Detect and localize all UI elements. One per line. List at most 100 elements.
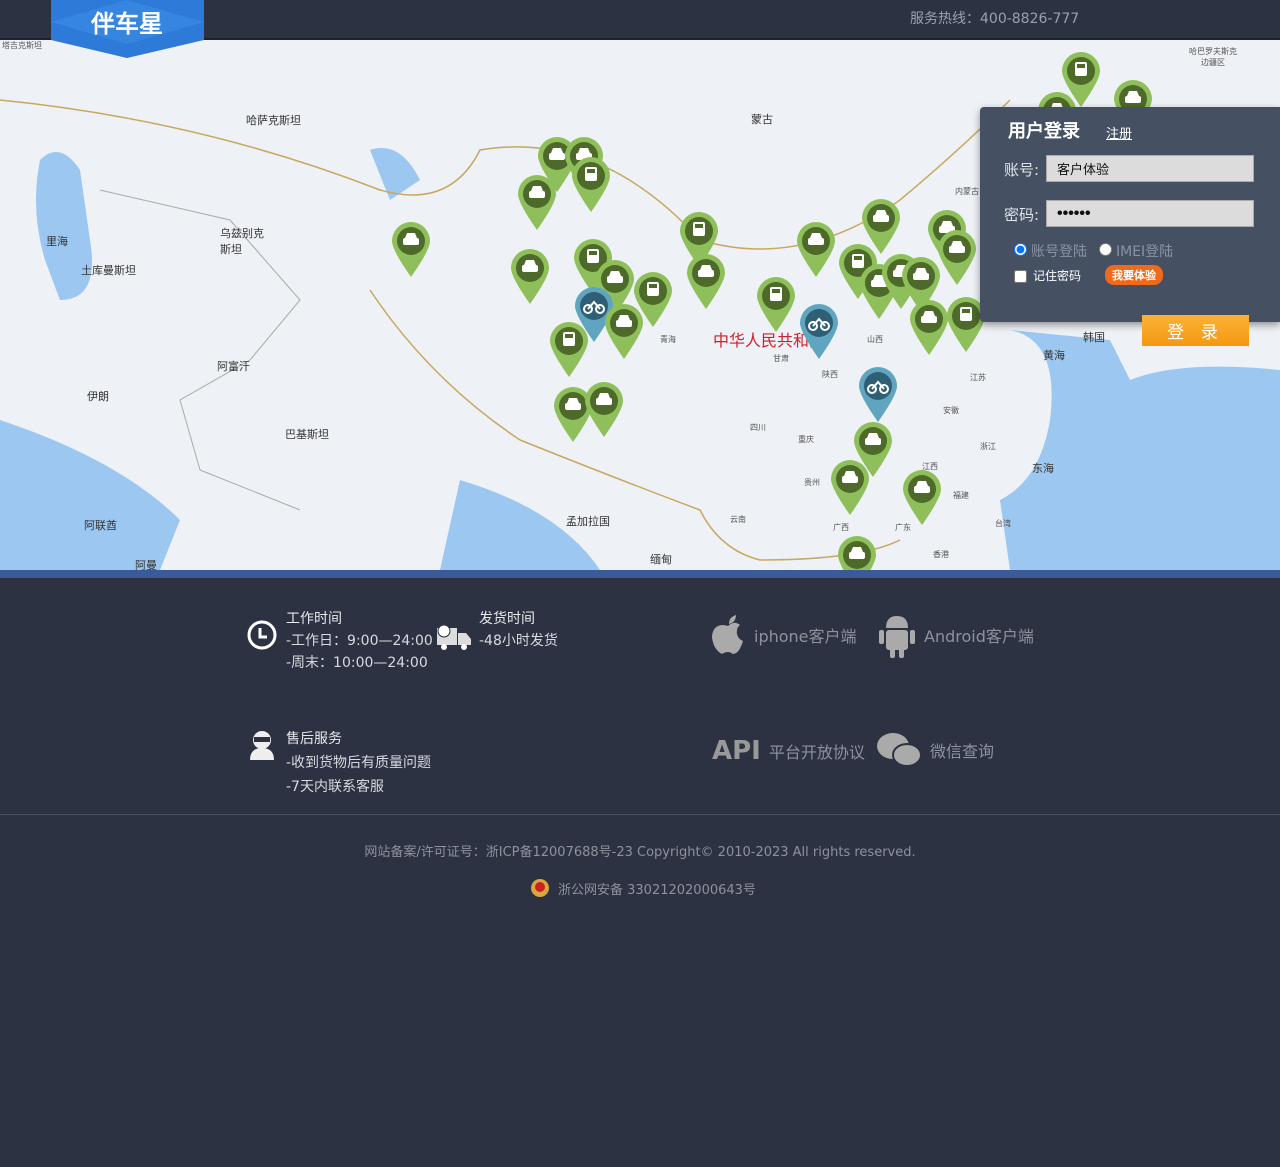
police-beian-link[interactable]: 浙公网安备 33021202000643号	[530, 878, 756, 898]
car-icon	[838, 536, 876, 570]
map-label: 四川	[750, 423, 766, 432]
iphone-client-link[interactable]: iphone客户端	[710, 614, 857, 656]
footer-divider	[0, 814, 1280, 815]
iphone-label: iphone客户端	[754, 627, 857, 646]
map-label: 伊朗	[87, 390, 109, 403]
motorcycle-icon	[859, 367, 897, 422]
car-marker[interactable]	[795, 220, 837, 278]
shipping-title: 发货时间	[479, 611, 535, 627]
car-marker[interactable]	[583, 380, 625, 438]
work-hours: 工作时间 -工作日：9:00—24:00 -周末：10:00—24:00	[286, 608, 433, 674]
after-sales-line1: -收到货物后有质量问题	[286, 755, 432, 771]
after-sales: 售后服务 -收到货物后有质量问题 -7天内联系客服	[286, 727, 431, 799]
work-hours-weekday: -工作日：9:00—24:00	[286, 633, 433, 649]
map-label: 广西	[833, 523, 849, 532]
car-icon	[518, 175, 556, 230]
car-marker[interactable]	[390, 220, 432, 278]
try-demo-button[interactable]: 我要体验	[1105, 265, 1163, 285]
wechat-link[interactable]: 微信查询	[876, 732, 994, 768]
truck-icon	[550, 322, 588, 377]
truck-marker[interactable]	[755, 275, 797, 333]
map-label: 重庆	[798, 435, 814, 444]
account-input[interactable]	[1046, 155, 1254, 182]
map-label: 土库曼斯坦	[81, 264, 136, 277]
car-marker[interactable]	[685, 252, 727, 310]
api-link[interactable]: API 平台开放协议	[712, 736, 865, 766]
map-label: 蒙古	[751, 113, 773, 126]
car-icon	[797, 222, 835, 277]
truck-marker[interactable]	[548, 320, 590, 378]
password-input[interactable]	[1046, 200, 1254, 227]
remember-label: 记住密码	[1033, 269, 1082, 283]
car-icon	[831, 460, 869, 515]
api-icon: API	[712, 736, 761, 766]
shipping-time: 发货时间 -48小时发货	[479, 608, 558, 652]
car-marker[interactable]	[901, 468, 943, 526]
android-icon	[879, 616, 915, 658]
map-label: 乌兹别克斯坦	[220, 227, 264, 256]
map-label: 韩国	[1083, 331, 1105, 344]
work-hours-title: 工作时间	[286, 611, 342, 627]
mode-account-label: 账号登陆	[1031, 244, 1087, 260]
register-link[interactable]: 注册	[1106, 123, 1132, 142]
map-label: 福建	[953, 491, 969, 500]
map-label: 台湾	[995, 519, 1011, 528]
beian-text: 浙公网安备 33021202000643号	[558, 882, 756, 898]
car-icon	[910, 300, 948, 355]
map-label: 哈巴罗夫斯克边疆区	[1189, 47, 1237, 67]
car-icon	[392, 222, 430, 277]
car-marker[interactable]	[936, 228, 978, 286]
police-badge-icon	[531, 879, 549, 897]
after-sales-line2: -7天内联系客服	[286, 779, 384, 795]
map-label: 巴基斯坦	[285, 428, 329, 441]
login-button[interactable]: 登 录	[1142, 315, 1249, 346]
map-label: 云南	[730, 515, 746, 524]
map-label: 阿曼	[135, 559, 157, 570]
wechat-label: 微信查询	[930, 742, 995, 761]
map-label: 香港	[933, 550, 949, 559]
truck-icon	[757, 277, 795, 332]
car-icon	[903, 470, 941, 525]
car-icon	[605, 304, 643, 359]
car-marker[interactable]	[603, 302, 645, 360]
apple-icon	[712, 615, 743, 654]
android-label: Android客户端	[924, 627, 1034, 646]
car-marker[interactable]	[509, 247, 551, 305]
after-sales-title: 售后服务	[286, 731, 342, 747]
mode-account-radio[interactable]: 账号登陆	[1014, 241, 1087, 261]
map-label: 甘肃	[773, 354, 789, 363]
login-panel: 用户登录 注册 账号: 密码: 账号登陆 IMEI登陆 记住密码 我要体验	[980, 107, 1280, 322]
work-hours-weekend: -周末：10:00—24:00	[286, 655, 428, 671]
wechat-icon	[877, 733, 922, 767]
map-label: 陕西	[822, 370, 838, 379]
map-label: 哈萨克斯坦	[246, 114, 301, 127]
delivery-truck-icon	[437, 624, 471, 650]
shipping-detail: -48小时发货	[479, 633, 558, 649]
map-label: 安徽	[943, 406, 959, 415]
motorcycle-marker[interactable]	[798, 302, 840, 360]
android-client-link[interactable]: Android客户端	[878, 612, 1034, 658]
car-marker[interactable]	[516, 173, 558, 231]
hotline: 服务热线：400-8826-777	[910, 11, 1080, 27]
map-label: 阿联酋	[84, 519, 117, 532]
car-marker[interactable]	[829, 458, 871, 516]
remember-checkbox[interactable]: 记住密码	[1014, 267, 1081, 284]
map-label: 东海	[1032, 462, 1054, 475]
map-label: 阿富汗	[217, 360, 250, 373]
map-label: 缅甸	[650, 553, 672, 566]
map-bottom-bar	[0, 570, 1280, 578]
truck-marker[interactable]	[570, 155, 612, 213]
motorcycle-marker[interactable]	[857, 365, 899, 423]
logo[interactable]: 伴车星	[51, 0, 204, 58]
map-label: 贵州	[804, 478, 820, 487]
car-icon	[585, 382, 623, 437]
map-label: 内蒙古	[955, 187, 979, 196]
car-icon	[687, 254, 725, 309]
car-marker[interactable]	[908, 298, 950, 356]
map-label: 浙江	[980, 442, 996, 451]
map-label: 青海	[660, 335, 676, 344]
mode-imei-radio[interactable]: IMEI登陆	[1099, 241, 1173, 261]
car-marker[interactable]	[836, 534, 878, 570]
password-label: 密码:	[1004, 206, 1040, 224]
motorcycle-icon	[800, 304, 838, 359]
